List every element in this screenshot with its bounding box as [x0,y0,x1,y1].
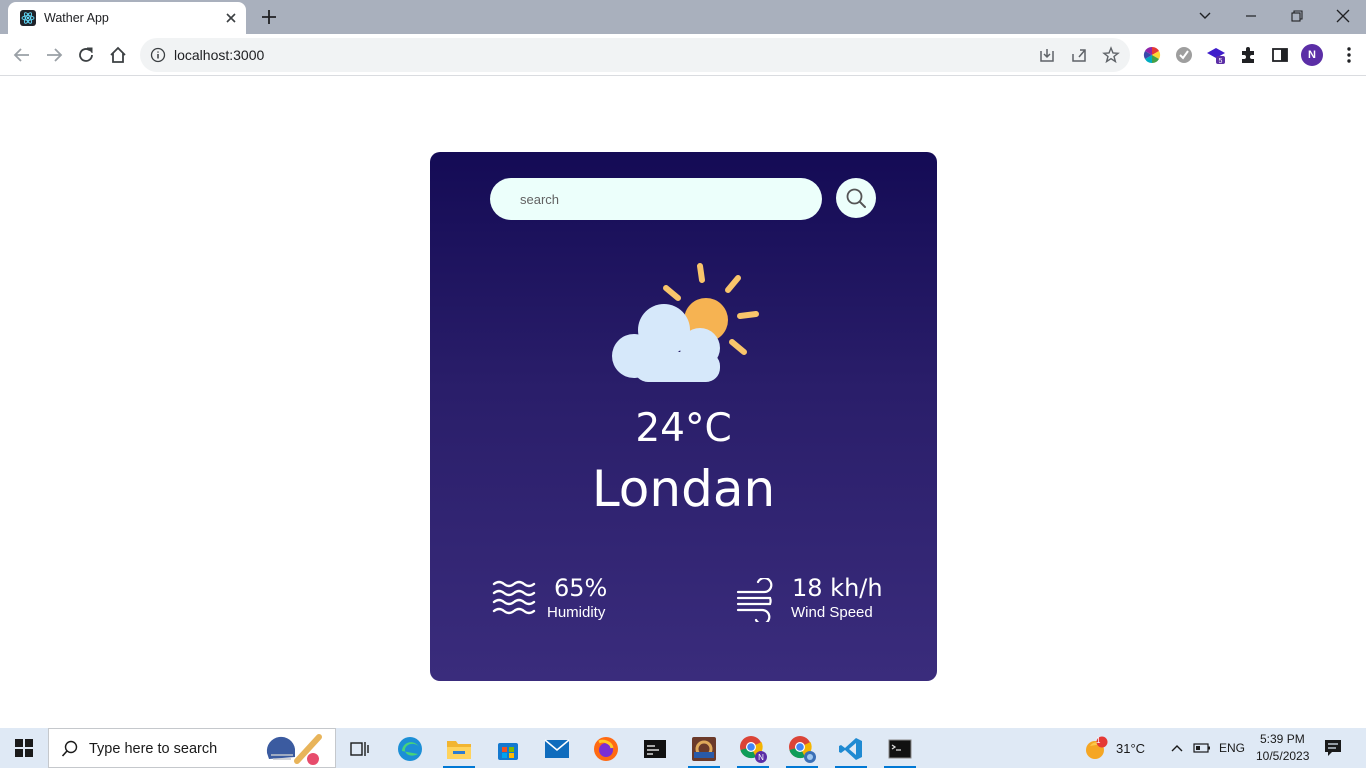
taskbar-mail[interactable] [537,732,577,766]
new-tab-icon[interactable] [258,6,280,28]
back-button[interactable] [10,43,34,67]
weather-card: 24°C Londan 65% Humidity 18 kh/h Wind Sp… [430,152,937,681]
home-button[interactable] [106,43,130,67]
browser-tab[interactable]: Wather App [8,2,246,34]
browser-toolbar: localhost:3000 5 N [0,34,1366,76]
windows-taskbar: Type here to search N 1 31°C ENG 5:39 PM… [0,728,1366,768]
humidity-stat: 65% Humidity [492,574,652,624]
taskbar-chrome-profile-2[interactable] [782,732,822,768]
clock-time[interactable]: 5:39 PM [1260,732,1305,746]
taskbar-store[interactable] [488,732,528,766]
humidity-value: 65% [554,574,608,602]
cricket-helmet-icon [266,734,322,765]
taskbar-vscode[interactable] [831,732,871,768]
start-button[interactable] [0,728,48,768]
store-icon [498,743,518,760]
search-icon [61,740,78,757]
weather-alert-count: 1 [1096,736,1101,745]
close-icon [1336,9,1350,23]
color-wheel-extension-icon[interactable] [1142,45,1162,65]
taskbar-ide-app[interactable] [684,732,724,768]
restore-icon [1291,10,1303,22]
profile-avatar[interactable]: N [1301,44,1323,66]
battery-icon[interactable] [1193,742,1211,754]
reload-button[interactable] [74,43,98,67]
taskbar-file-explorer[interactable] [439,732,479,768]
windows-logo-icon [15,739,33,757]
react-icon [20,10,36,26]
wind-icon [736,578,773,622]
taskbar-edge[interactable] [390,732,430,766]
vscode-icon [839,738,862,760]
chevron-up-icon[interactable] [1170,742,1184,754]
tab-search-button[interactable] [1182,2,1228,30]
task-view-icon [350,742,369,756]
arrow-right-icon [47,48,63,62]
chevron-down-icon [1199,12,1211,19]
puzzle-extensions-icon[interactable] [1238,45,1258,65]
info-icon[interactable] [150,47,166,63]
restore-button[interactable] [1274,2,1320,30]
search-icon [846,188,866,208]
wind-speed-value: 18 kh/h [792,574,883,602]
side-panel-icon[interactable] [1270,45,1290,65]
close-tab-icon[interactable] [222,9,240,27]
wind-speed-label: Wind Speed [791,604,873,621]
reload-icon [79,47,93,62]
install-icon[interactable] [1038,46,1056,64]
minimize-icon [1246,15,1256,17]
firefox-icon [594,737,618,761]
minimize-button[interactable] [1228,2,1274,30]
taskbar-command-prompt[interactable] [880,732,920,768]
close-window-button[interactable] [1320,2,1366,30]
folder-icon [447,741,471,759]
forward-button[interactable] [42,43,66,67]
share-icon[interactable] [1070,46,1088,64]
svg-text:5: 5 [1219,58,1223,65]
taskbar-search-placeholder: Type here to search [89,741,218,757]
taskbar-terminal-app[interactable] [635,732,675,766]
taskbar-chrome-profile[interactable]: N [733,732,773,768]
task-view-button[interactable] [340,732,380,766]
city-search-input[interactable] [490,178,822,220]
ide-app-icon [692,737,716,761]
edge-icon [398,737,422,761]
arrow-left-icon [13,48,29,62]
chrome-icon [789,736,816,763]
taskbar-firefox[interactable] [586,732,626,766]
browser-tabstrip: Wather App [0,0,1366,34]
clock-date[interactable]: 10/5/2023 [1256,749,1309,763]
notification-center-icon[interactable] [1324,739,1342,757]
temperature-text: 24°C [635,406,732,451]
home-icon [110,46,126,63]
city-name: Londan [591,460,776,518]
tab-title: Wather App [44,11,109,25]
address-bar[interactable]: localhost:3000 [140,38,1130,72]
taskbar-weather-temp[interactable]: 31°C [1116,741,1145,756]
wind-stat: 18 kh/h Wind Speed [736,574,906,624]
check-extension-icon[interactable] [1174,45,1194,65]
humidity-label: Humidity [547,604,606,621]
language-indicator[interactable]: ENG [1219,741,1245,755]
kebab-menu-icon[interactable] [1340,45,1358,65]
url-text[interactable]: localhost:3000 [174,47,264,63]
command-prompt-icon [888,739,912,759]
partly-cloudy-icon [612,263,759,382]
svg-text:N: N [758,753,764,762]
mysql-shell-icon [644,740,666,758]
chrome-icon: N [740,736,767,763]
taskbar-search-box[interactable]: Type here to search [48,728,336,768]
search-button[interactable] [836,178,876,218]
bookmark-star-icon[interactable] [1102,46,1120,64]
graduation-cap-extension-icon[interactable]: 5 [1206,45,1226,65]
humidity-waves-icon [492,580,536,615]
mail-icon [544,739,570,758]
